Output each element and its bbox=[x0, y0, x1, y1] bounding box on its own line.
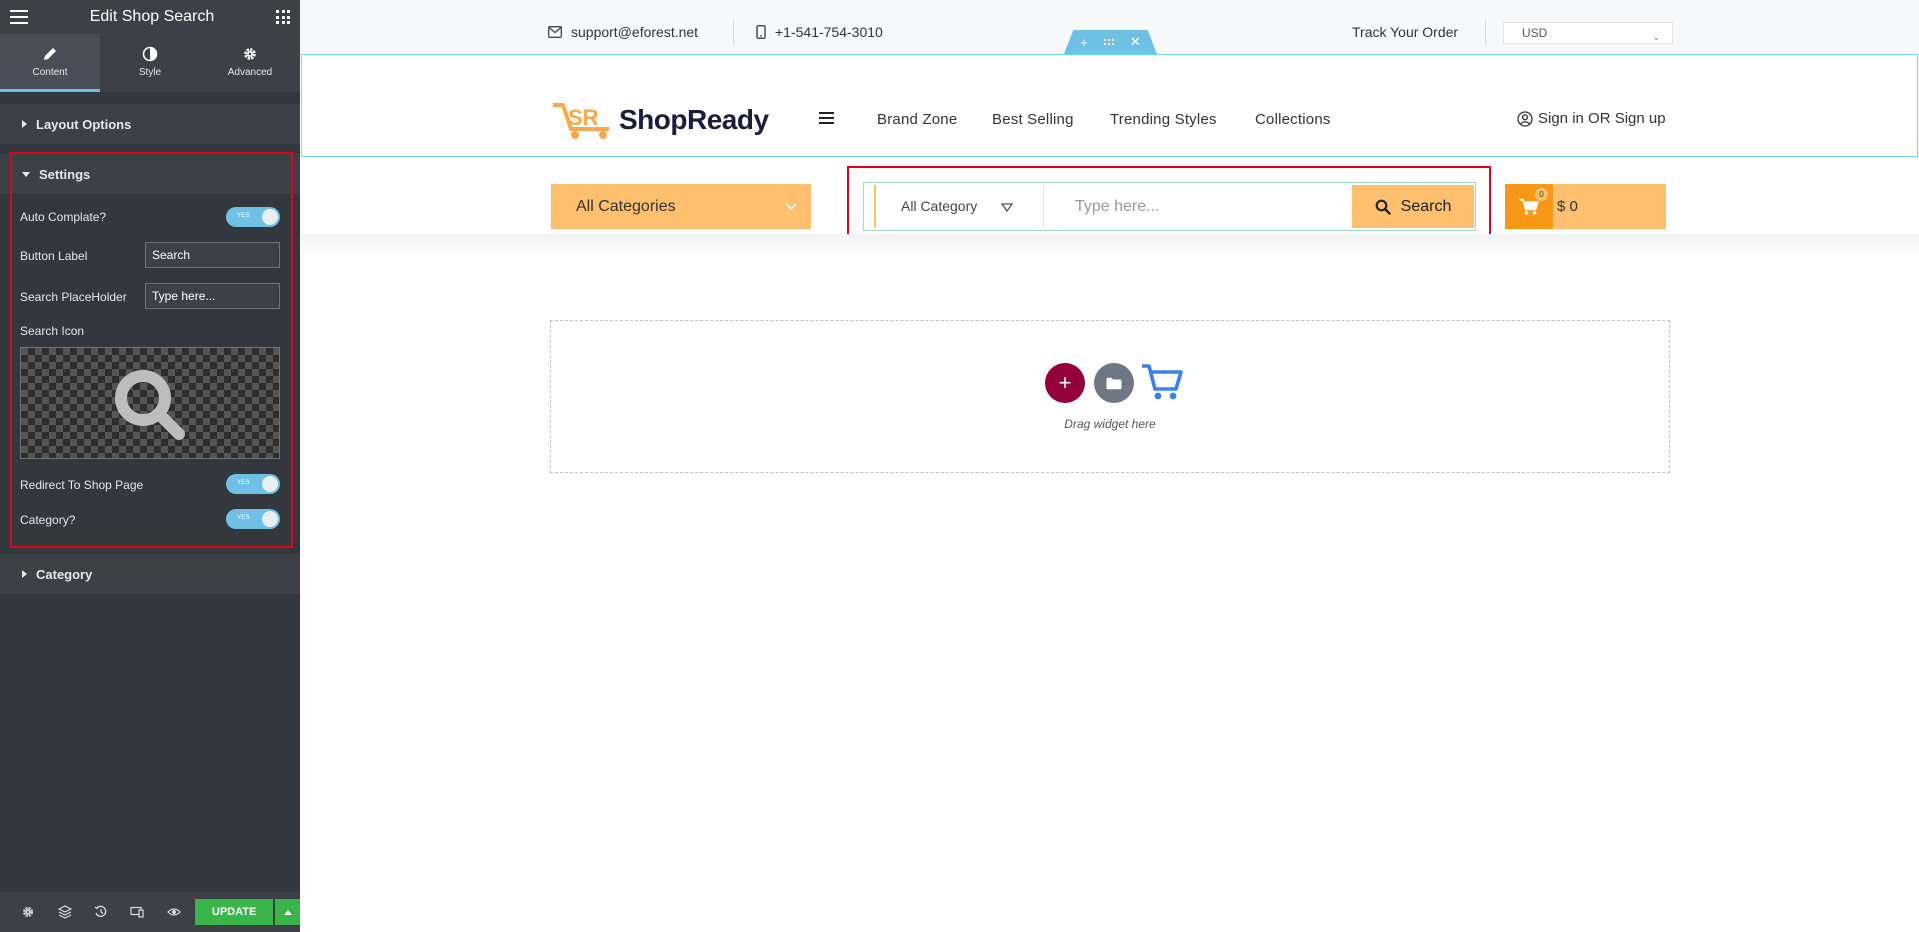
search-icon bbox=[1375, 199, 1391, 215]
tab-content[interactable]: Content bbox=[0, 34, 100, 92]
svg-text:SR: SR bbox=[568, 105, 599, 130]
search-button[interactable]: Search bbox=[1352, 185, 1474, 228]
search-placeholder-label: Search PlaceHolder bbox=[20, 290, 127, 304]
contact-email[interactable]: support@eforest.net bbox=[548, 24, 698, 40]
search-icon-picker[interactable] bbox=[20, 347, 280, 459]
signin-text: Sign in OR Sign up bbox=[1538, 110, 1666, 127]
category-select-value: All Category bbox=[901, 198, 978, 214]
toggle-on-text: YES bbox=[237, 480, 250, 486]
magnifier-icon bbox=[115, 370, 185, 440]
history-icon[interactable] bbox=[83, 892, 119, 932]
logo-text: ShopReady bbox=[619, 104, 769, 135]
contact-email-text: support@eforest.net bbox=[571, 24, 699, 40]
search-placeholder-input[interactable] bbox=[145, 283, 280, 309]
track-order-link[interactable]: Track Your Order bbox=[1352, 24, 1458, 40]
caret-right-icon bbox=[22, 120, 27, 128]
toggle-on-text: YES bbox=[237, 213, 250, 219]
section-layout-options[interactable]: Layout Options bbox=[0, 104, 300, 144]
all-categories-button[interactable]: All Categories bbox=[551, 184, 811, 229]
nav-collections[interactable]: Collections bbox=[1255, 111, 1331, 128]
add-section-button[interactable]: + bbox=[1045, 363, 1085, 403]
all-categories-label: All Categories bbox=[576, 198, 676, 215]
chevron-down-icon: ⌄ bbox=[1652, 32, 1660, 42]
gear-icon bbox=[244, 47, 256, 60]
cart-total: $ 0 bbox=[1557, 198, 1578, 215]
cart-logo-icon: SR bbox=[553, 103, 609, 139]
cart-count-badge: 0 bbox=[1535, 188, 1548, 201]
section-divider bbox=[300, 234, 1919, 258]
toggle-on-text: YES bbox=[237, 515, 250, 521]
section-category[interactable]: Category bbox=[0, 554, 300, 594]
hamburger-icon[interactable] bbox=[819, 112, 834, 124]
button-label-input[interactable] bbox=[145, 242, 280, 268]
redirect-toggle[interactable]: YES bbox=[226, 474, 280, 494]
settings-gear-icon[interactable] bbox=[10, 892, 46, 932]
tab-content-label: Content bbox=[32, 66, 68, 78]
dropzone-text: Drag widget here bbox=[1064, 417, 1156, 431]
auto-complete-toggle[interactable]: YES bbox=[226, 207, 280, 227]
panel-header: Edit Shop Search bbox=[0, 0, 300, 34]
chevron-down-icon bbox=[785, 184, 797, 229]
mini-cart[interactable]: 0 $ 0 bbox=[1505, 184, 1666, 229]
close-icon[interactable]: ✕ bbox=[1130, 34, 1141, 50]
contrast-icon bbox=[142, 46, 158, 61]
caret-right-icon bbox=[22, 570, 27, 578]
widgets-grid-icon[interactable] bbox=[276, 10, 290, 24]
header-section: SR ShopReady Brand Zone Best Selling Tre… bbox=[301, 54, 1918, 157]
section-handle[interactable]: + ✕ bbox=[1064, 30, 1157, 54]
section-category-label: Category bbox=[36, 566, 93, 582]
nav-trending-styles[interactable]: Trending Styles bbox=[1110, 111, 1217, 128]
tab-advanced-label: Advanced bbox=[227, 66, 273, 78]
phone-icon bbox=[756, 25, 766, 39]
shopready-logo[interactable]: SR ShopReady bbox=[551, 99, 769, 141]
folder-icon bbox=[1106, 377, 1122, 389]
responsive-icon[interactable] bbox=[119, 892, 155, 932]
panel-tabs: Content Style Advanced bbox=[0, 34, 300, 92]
signin-link[interactable]: Sign in OR Sign up bbox=[1517, 110, 1666, 127]
envelope-icon bbox=[548, 26, 562, 38]
nav-brand-zone[interactable]: Brand Zone bbox=[877, 111, 957, 128]
contact-phone-text: +1-541-754-3010 bbox=[775, 24, 883, 40]
panel-footer: UPDATE bbox=[0, 892, 300, 932]
auto-complete-label: Auto Complate? bbox=[20, 210, 107, 224]
contact-phone[interactable]: +1-541-754-3010 bbox=[756, 24, 883, 40]
update-options-button[interactable] bbox=[275, 899, 300, 925]
add-section-icon[interactable]: + bbox=[1080, 35, 1088, 50]
category-toggle-label: Category? bbox=[20, 513, 76, 527]
widget-dropzone[interactable]: + Drag widget here bbox=[550, 320, 1670, 473]
pencil-icon bbox=[44, 47, 56, 60]
search-input[interactable] bbox=[1045, 185, 1351, 228]
drag-handle-icon[interactable] bbox=[1103, 39, 1114, 45]
caret-up-icon bbox=[283, 909, 292, 915]
editor-panel: Edit Shop Search Content Style Advanced … bbox=[0, 0, 300, 932]
nav-best-selling[interactable]: Best Selling bbox=[992, 111, 1074, 128]
user-circle-icon bbox=[1517, 110, 1533, 127]
layers-icon[interactable] bbox=[46, 892, 82, 932]
tab-style-label: Style bbox=[138, 66, 162, 78]
triangle-down-icon bbox=[1001, 203, 1013, 212]
category-toggle[interactable]: YES bbox=[226, 509, 280, 529]
shopready-cart-icon[interactable] bbox=[1140, 361, 1184, 408]
search-icon-label: Search Icon bbox=[20, 324, 85, 338]
template-library-button[interactable] bbox=[1094, 363, 1134, 403]
currency-select[interactable]: USD ⌄ bbox=[1503, 22, 1673, 44]
update-button[interactable]: UPDATE bbox=[194, 899, 274, 925]
panel-title: Edit Shop Search bbox=[89, 8, 215, 25]
section-layout-options-label: Layout Options bbox=[36, 116, 132, 132]
page-preview: support@eforest.net +1-541-754-3010 Trac… bbox=[300, 0, 1919, 932]
tab-advanced[interactable]: Advanced bbox=[200, 34, 300, 92]
currency-value: USD bbox=[1522, 26, 1548, 40]
button-label-label: Button Label bbox=[20, 249, 88, 263]
eye-icon[interactable] bbox=[155, 892, 191, 932]
search-button-label: Search bbox=[1400, 197, 1452, 215]
redirect-label: Redirect To Shop Page bbox=[20, 478, 144, 492]
shop-search-widget: All Category Search bbox=[863, 182, 1476, 231]
menu-icon[interactable] bbox=[10, 10, 28, 24]
category-select[interactable]: All Category bbox=[874, 185, 1044, 228]
tab-style[interactable]: Style bbox=[100, 34, 200, 92]
